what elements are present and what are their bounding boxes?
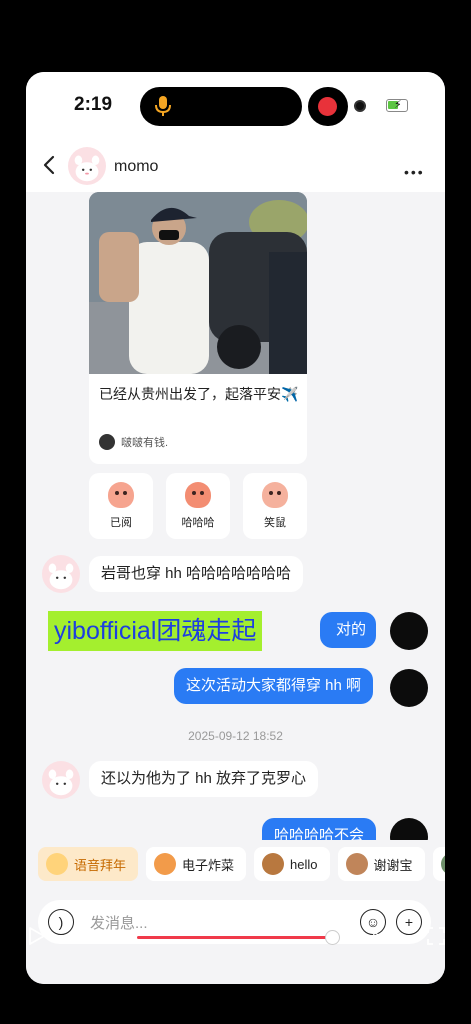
shared-post-caption: 已经从贵州出发了，起落平安✈️ — [99, 386, 299, 402]
chip-label: 电子炸菜 — [182, 857, 235, 873]
contact-avatar[interactable] — [68, 147, 106, 185]
shared-post-card[interactable]: 已经从贵州出发了，起落平安✈️ 啵啵有钱. — [89, 192, 307, 464]
chip-voice-greeting[interactable]: 语音拜年 — [38, 847, 139, 881]
fullscreen-icon[interactable] — [426, 926, 446, 946]
message-bubble-incoming[interactable]: 还以为他为了 hh 放弃了克罗心 — [89, 761, 319, 797]
author-avatar — [99, 434, 115, 450]
shared-photo — [89, 192, 307, 374]
chip-label: 谢谢宝 — [373, 857, 413, 873]
video-player-bar: 01:36 01:46 — [0, 918, 471, 958]
message-bubble-outgoing[interactable]: 哈哈哈哈不会 — [262, 818, 377, 840]
sender-avatar[interactable] — [42, 555, 80, 593]
phone-screen: 2:19 ⚡ momo ••• 已经从贵州出发了，起落平安✈️ 啵啵有钱. 已阅… — [26, 72, 445, 984]
monkey-hat-icon — [345, 853, 368, 875]
back-arrow-icon[interactable] — [40, 154, 60, 176]
reaction-read[interactable]: 已阅 — [89, 473, 153, 539]
dish-icon — [154, 853, 177, 875]
reaction-label: 笑鼠 — [264, 517, 286, 529]
reaction-label: 哈哈哈 — [181, 517, 215, 529]
shared-post-author: 啵啵有钱. — [99, 434, 168, 450]
chip-hello[interactable]: hello — [254, 847, 330, 881]
chip-label: hello — [290, 856, 318, 872]
message-bubble-outgoing[interactable]: 这次活动大家都得穿 hh 啊 — [174, 668, 374, 704]
progress-track[interactable] — [137, 930, 351, 945]
reaction-haha[interactable]: 哈哈哈 — [166, 473, 230, 539]
message-bubble-incoming[interactable]: 岩哥也穿 hh 哈哈哈哈哈哈哈 — [89, 556, 304, 592]
message-bubble-outgoing[interactable]: 对的 — [320, 612, 377, 648]
cat-icon — [440, 853, 445, 875]
my-avatar[interactable] — [390, 818, 428, 840]
play-icon[interactable] — [28, 926, 46, 946]
sender-avatar[interactable] — [42, 761, 80, 799]
camera-dot — [354, 100, 366, 112]
peach-face-icon — [108, 482, 134, 508]
sparkle-icon — [46, 853, 68, 875]
status-bar: 2:19 ⚡ — [26, 72, 445, 142]
monkey-icon — [262, 853, 285, 875]
total-time: 01:46 — [372, 930, 405, 945]
peach-tears-icon — [262, 482, 288, 508]
contact-name[interactable]: momo — [114, 158, 158, 176]
chat-area: 已经从贵州出发了，起落平安✈️ 啵啵有钱. 已阅 哈哈哈 笑鼠 岩哥也穿 hh … — [26, 192, 445, 840]
progress-knob[interactable] — [324, 930, 340, 945]
chip-label: 语音拜年 — [74, 857, 127, 873]
progress-fill — [137, 936, 332, 939]
battery-icon: ⚡ — [386, 99, 408, 112]
author-name: 啵啵有钱. — [121, 437, 169, 449]
more-options-icon[interactable]: ••• — [404, 164, 425, 180]
chat-header: momo ••• — [26, 142, 445, 192]
quick-reply-bar: 语音拜年 电子炸菜 hello 谢谢宝 — [26, 847, 445, 887]
my-avatar[interactable] — [390, 669, 428, 707]
chip-thanks[interactable]: 谢谢宝 — [337, 847, 425, 881]
reaction-row: 已阅 哈哈哈 笑鼠 — [89, 473, 307, 539]
my-avatar[interactable] — [390, 612, 428, 650]
peach-laugh-icon — [185, 482, 211, 508]
chip-dish[interactable]: 电子炸菜 — [146, 847, 247, 881]
reaction-lol[interactable]: 笑鼠 — [243, 473, 307, 539]
microphone-icon — [155, 96, 171, 116]
video-caption-overlay: yibofficial团魂走起 — [48, 611, 263, 651]
recording-indicator — [308, 87, 348, 126]
chip-more[interactable] — [432, 847, 445, 881]
status-time: 2:19 — [74, 94, 113, 115]
message-timestamp: 2025-09-12 18:52 — [188, 729, 283, 743]
reaction-label: 已阅 — [110, 517, 132, 529]
current-time: 01:36 — [72, 930, 105, 945]
dynamic-island — [140, 87, 302, 126]
